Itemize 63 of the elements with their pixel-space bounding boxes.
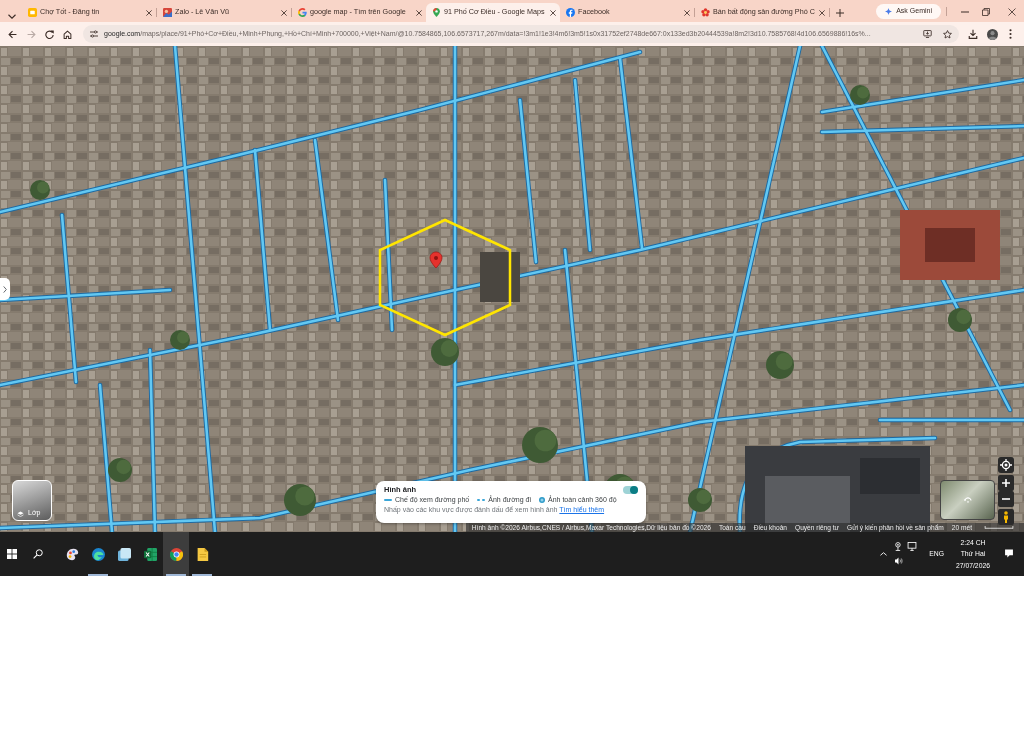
flower-icon <box>701 8 710 17</box>
home-icon[interactable] <box>63 29 72 39</box>
search-icon[interactable] <box>33 549 43 559</box>
more-menu-icon[interactable] <box>1009 29 1012 39</box>
dashed-line-icon <box>477 499 486 502</box>
close-icon[interactable] <box>819 9 825 16</box>
square-favicon-icon <box>28 8 37 17</box>
picture-favicon-icon <box>163 8 172 17</box>
collapse-panel-button[interactable] <box>0 278 10 300</box>
download-icon[interactable] <box>968 29 978 39</box>
star-icon[interactable] <box>943 29 952 39</box>
plus-icon[interactable] <box>836 9 844 17</box>
monitor-icon[interactable] <box>907 542 918 552</box>
palette-icon <box>65 547 79 561</box>
swirl-browser-icon <box>91 547 105 561</box>
map-pin-icon <box>432 8 441 17</box>
close-icon[interactable] <box>146 9 152 16</box>
reload-icon[interactable] <box>45 29 54 39</box>
tree-canopy <box>948 308 972 332</box>
chevron-up-icon[interactable] <box>880 552 888 556</box>
tree-canopy <box>766 351 794 379</box>
note-icon <box>195 547 209 561</box>
my-location-icon[interactable] <box>998 457 1014 473</box>
location-pin-icon[interactable] <box>429 251 443 269</box>
speaker-icon[interactable] <box>894 557 904 566</box>
camera-icon[interactable] <box>894 542 904 552</box>
avatar-icon[interactable] <box>987 28 998 40</box>
toggle-switch[interactable] <box>623 485 638 494</box>
sphere-icon <box>539 497 545 504</box>
building-roof <box>480 252 520 302</box>
tree-canopy <box>850 85 870 105</box>
taskbar-app-button[interactable] <box>163 532 189 576</box>
notification-icon[interactable] <box>1004 549 1014 559</box>
tree-canopy <box>522 427 558 463</box>
back-arrow-icon[interactable] <box>8 29 17 39</box>
close-icon[interactable] <box>416 9 422 16</box>
tune-icon[interactable] <box>90 30 98 38</box>
f-logo-icon <box>566 8 575 17</box>
start-icon[interactable] <box>7 549 17 559</box>
person-figure-icon[interactable] <box>998 509 1014 525</box>
chevron-down-icon[interactable] <box>8 14 16 19</box>
close-icon[interactable] <box>281 9 287 16</box>
tree-canopy <box>30 180 50 200</box>
tree-canopy <box>284 484 316 516</box>
tree-canopy <box>170 330 190 350</box>
line-icon <box>384 499 392 502</box>
restore-icon[interactable] <box>982 8 990 16</box>
g-logo-icon <box>298 8 307 17</box>
round-browser-icon <box>169 547 183 561</box>
zoom-out-icon[interactable] <box>998 491 1014 507</box>
close-icon[interactable] <box>550 9 556 16</box>
tree-canopy <box>108 458 132 482</box>
close-window-icon[interactable] <box>1008 8 1016 16</box>
chevron-right-icon <box>3 285 7 293</box>
close-icon[interactable] <box>684 9 690 16</box>
sparkle-icon <box>885 8 893 15</box>
tree-canopy <box>688 488 712 512</box>
zoom-in-icon[interactable] <box>998 475 1014 491</box>
layers-icon <box>17 511 24 517</box>
spreadsheet-icon <box>143 547 157 561</box>
glass-tile-icon <box>117 547 131 561</box>
tree-canopy <box>431 338 459 366</box>
install-app-icon[interactable] <box>923 30 932 38</box>
